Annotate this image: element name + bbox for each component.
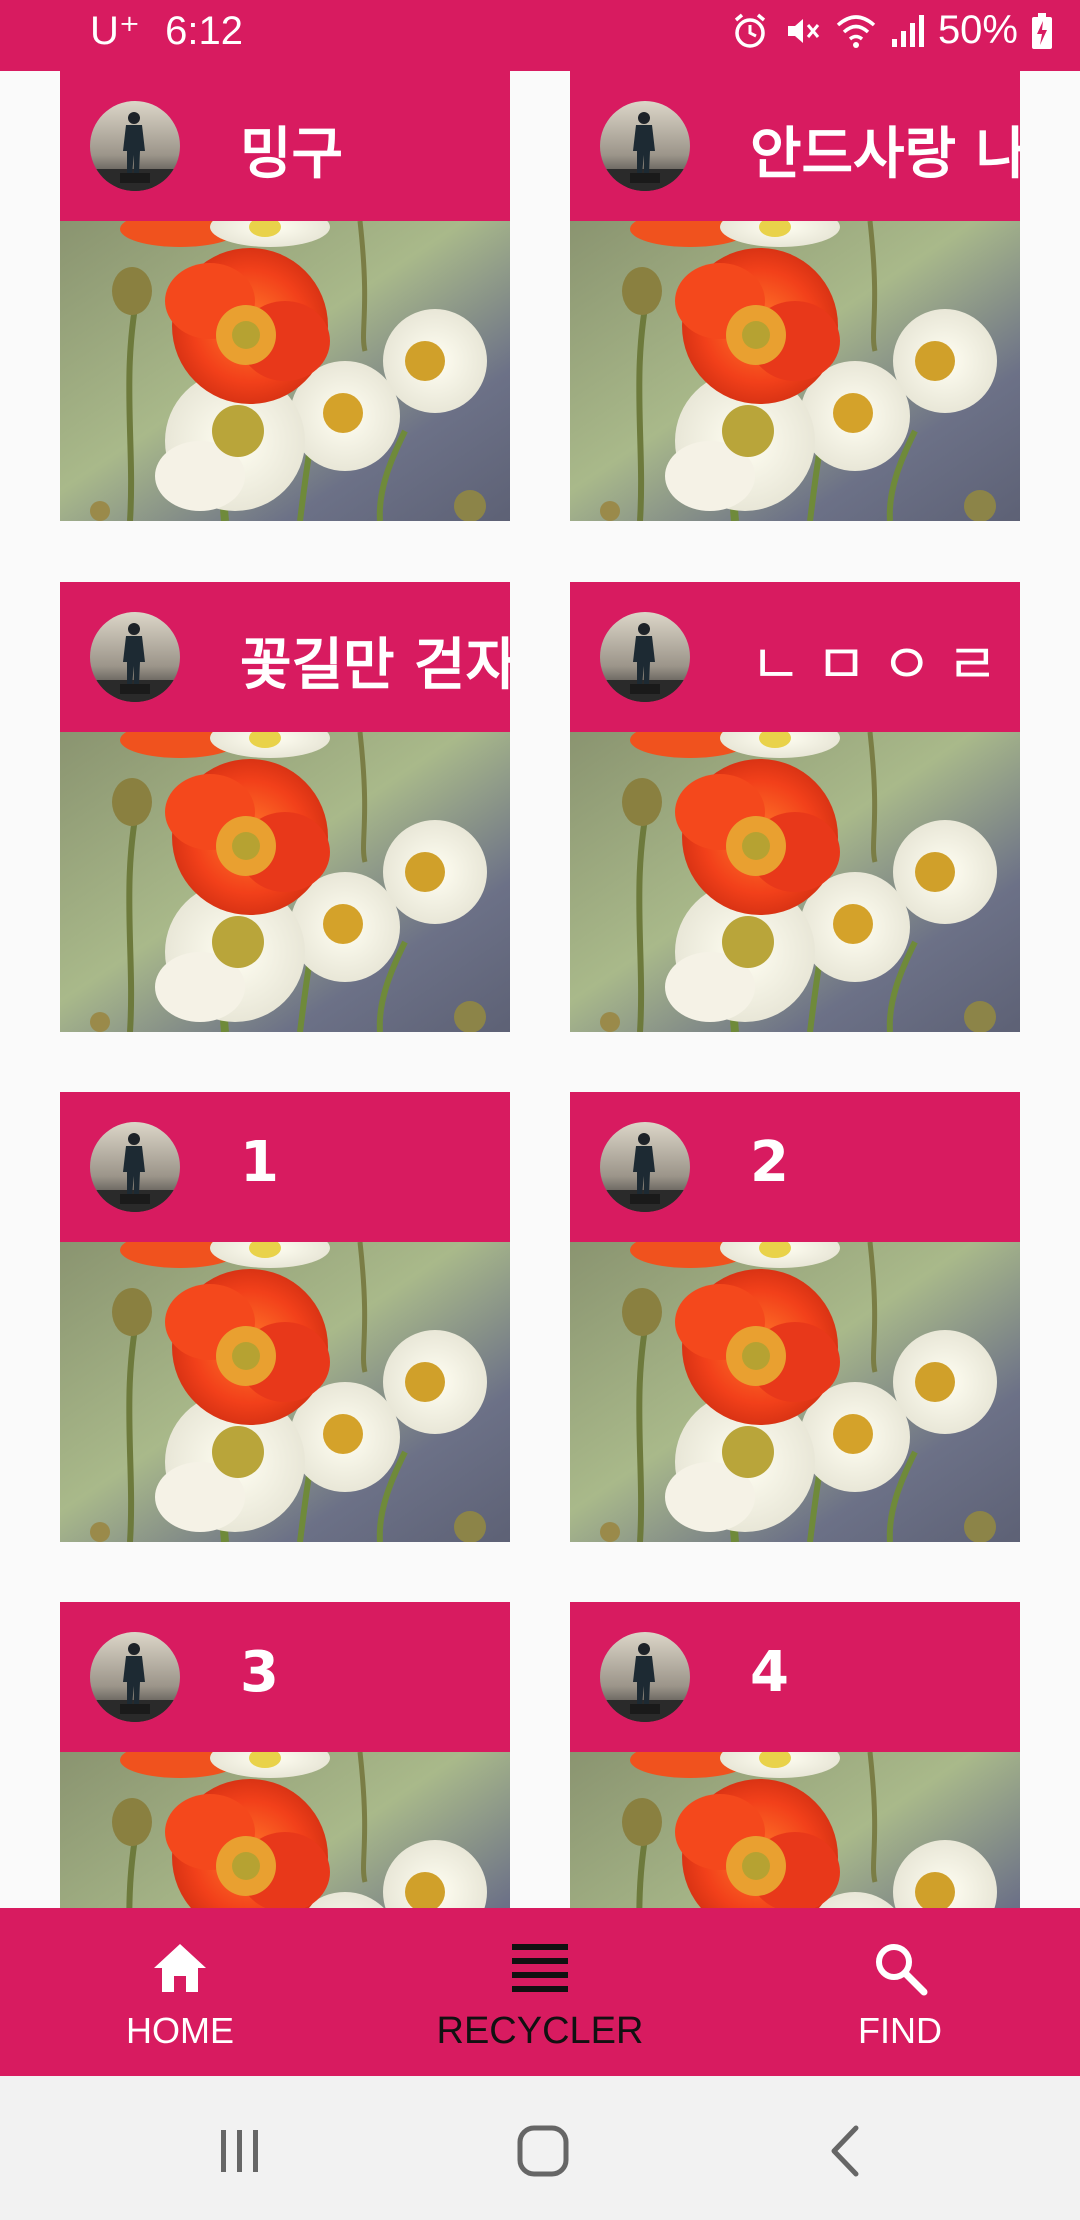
card-header: 안드사랑 나 xyxy=(570,71,1020,221)
system-navigation-bar xyxy=(0,2076,1080,2220)
card-photo xyxy=(570,732,1020,1032)
status-icons: 50% xyxy=(730,8,1054,53)
card-title: 1 xyxy=(240,1130,279,1195)
recycler-grid[interactable]: 밍구 안드사랑 나 꽃길만 걷자 ㄴㅁㅇㄹㄴ 1 xyxy=(0,71,1080,1908)
card-title: 밍구 xyxy=(240,122,344,187)
card-title: 안드사랑 나 xyxy=(750,122,1020,187)
card-header: 꽃길만 걷자 xyxy=(60,582,510,732)
card-photo xyxy=(60,221,510,521)
battery-charging-icon xyxy=(1030,11,1054,51)
card-header: 4 xyxy=(570,1602,1020,1752)
nav-home-label: HOME xyxy=(126,2010,234,2051)
avatar xyxy=(600,1122,690,1212)
avatar xyxy=(600,612,690,702)
card[interactable]: 꽃길만 걷자 xyxy=(60,582,510,1032)
card-title: 4 xyxy=(750,1640,789,1705)
card-photo xyxy=(570,1752,1020,1908)
card-title: 꽃길만 걷자 xyxy=(240,633,510,698)
avatar xyxy=(600,101,690,191)
bottom-navigation: HOME RECYCLER FIND xyxy=(0,1908,1080,2076)
card-title: ㄴㅁㅇㄹㄴ xyxy=(750,633,1020,698)
card[interactable]: 4 xyxy=(570,1602,1020,1908)
card-photo xyxy=(60,1752,510,1908)
back-icon[interactable] xyxy=(806,2116,886,2186)
avatar xyxy=(90,612,180,702)
avatar xyxy=(90,1632,180,1722)
nav-recycler[interactable]: RECYCLER xyxy=(360,1908,720,2076)
search-icon xyxy=(872,1938,928,1998)
list-icon xyxy=(512,1938,568,1998)
avatar xyxy=(90,1122,180,1212)
card-header: 1 xyxy=(60,1092,510,1242)
card[interactable]: 3 xyxy=(60,1602,510,1908)
avatar xyxy=(90,101,180,191)
wifi-icon xyxy=(834,11,878,51)
card-title: 3 xyxy=(240,1640,279,1705)
carrier-label: U⁺ xyxy=(90,9,140,53)
mute-icon xyxy=(782,11,822,51)
nav-recycler-label: RECYCLER xyxy=(436,2010,644,2052)
card[interactable]: 2 xyxy=(570,1092,1020,1542)
home-icon xyxy=(150,1938,210,1998)
nav-find-label: FIND xyxy=(858,2010,942,2051)
card-header: ㄴㅁㅇㄹㄴ xyxy=(570,582,1020,732)
clock: 6:12 xyxy=(165,9,243,53)
card-photo xyxy=(60,1242,510,1542)
card-photo xyxy=(60,732,510,1032)
nav-find[interactable]: FIND xyxy=(720,1908,1080,2076)
recents-icon[interactable] xyxy=(200,2116,280,2186)
status-bar: U⁺ 6:12 50% xyxy=(0,0,1080,71)
avatar xyxy=(600,1632,690,1722)
card-title: 2 xyxy=(750,1130,789,1195)
card[interactable]: 1 xyxy=(60,1092,510,1542)
battery-label: 50% xyxy=(937,8,1018,52)
card-header: 3 xyxy=(60,1602,510,1752)
status-left: U⁺ 6:12 xyxy=(90,8,243,54)
card-header: 밍구 xyxy=(60,71,510,221)
card[interactable]: ㄴㅁㅇㄹㄴ xyxy=(570,582,1020,1032)
alarm-icon xyxy=(730,11,770,51)
card[interactable]: 밍구 xyxy=(60,71,510,521)
card-photo xyxy=(570,221,1020,521)
signal-icon xyxy=(890,11,926,51)
card-photo xyxy=(570,1242,1020,1542)
card[interactable]: 안드사랑 나 xyxy=(570,71,1020,521)
nav-home[interactable]: HOME xyxy=(0,1908,360,2076)
card-header: 2 xyxy=(570,1092,1020,1242)
home-button-icon[interactable] xyxy=(503,2116,583,2186)
